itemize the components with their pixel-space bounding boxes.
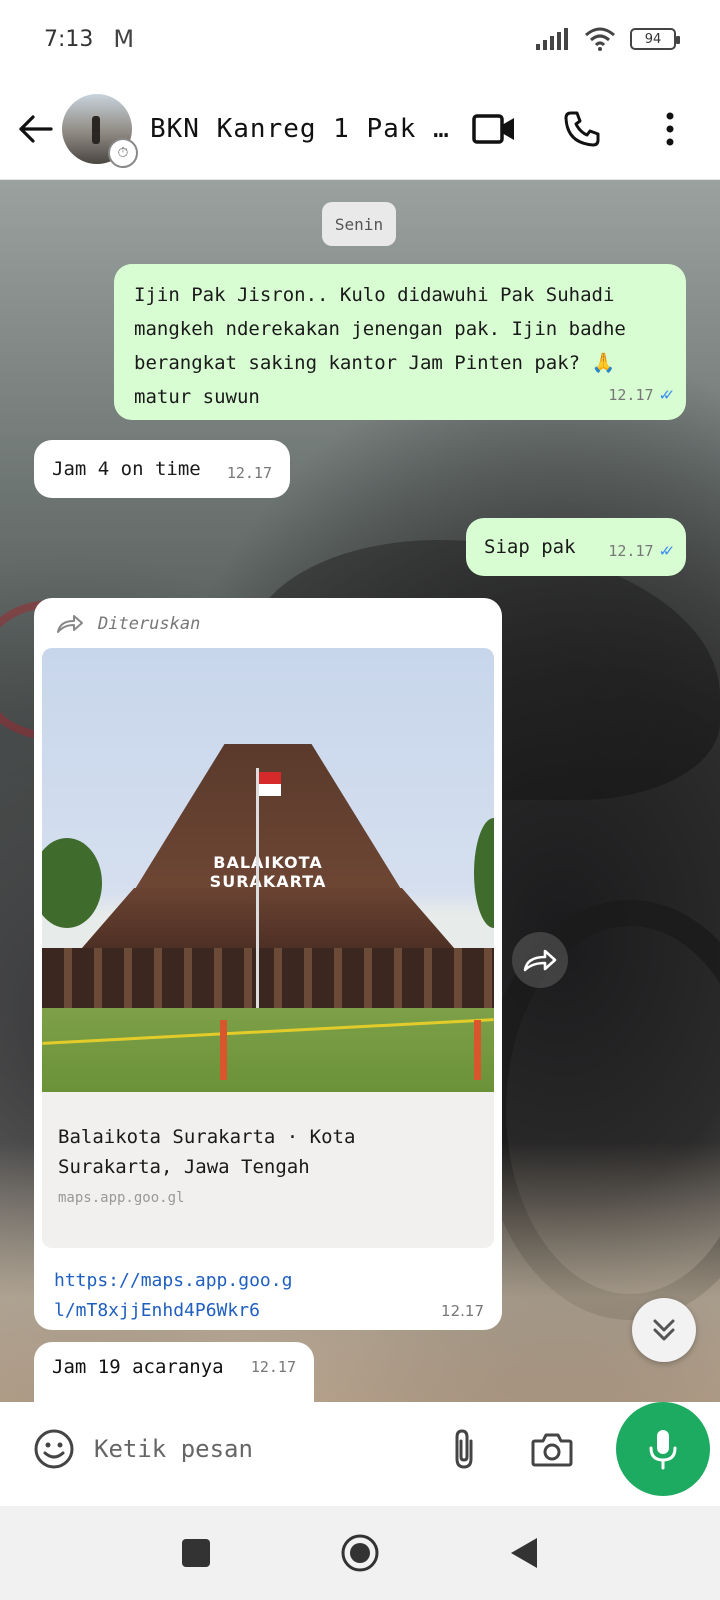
read-ticks-icon: ✓✓ (659, 541, 675, 561)
message-time: 12.17 (441, 1302, 484, 1320)
image-tree (474, 818, 494, 928)
pray-emoji: 🙏 (591, 352, 616, 374)
disappearing-messages-icon: ⏱ (108, 137, 138, 168)
message-time: 12.17 (608, 542, 654, 560)
scroll-to-bottom-icon[interactable] (632, 1298, 696, 1362)
composer-actions (440, 1425, 586, 1473)
system-navigation-bar (0, 1506, 720, 1600)
message-text: Jam 19 acaranya (52, 1356, 224, 1378)
signal-icon (536, 28, 568, 50)
image-flagpole (256, 768, 259, 1008)
location-preview-image[interactable]: BALAIKOTA SURAKARTA (42, 648, 494, 1092)
status-bar: 7:13 M 94 (0, 0, 720, 78)
image-lawn (42, 1008, 494, 1092)
message-outgoing[interactable]: Siap pak 12.17 ✓✓ (466, 518, 686, 576)
message-text: Jam 4 on time (52, 458, 201, 480)
chat-area[interactable]: Senin Ijin Pak Jisron.. Kulo didawuhi Pa… (0, 180, 720, 1402)
chat-header: ⏱ BKN Kanreg 1 Pak Ji... (0, 78, 720, 180)
back-nav-icon[interactable] (502, 1531, 546, 1575)
share-forward-icon[interactable] (512, 932, 568, 988)
image-tree (42, 838, 102, 928)
message-composer (10, 1404, 606, 1494)
message-text-continued: matur suwun (134, 386, 260, 408)
battery-icon: 94 (630, 28, 680, 50)
image-flag (259, 784, 281, 796)
message-outgoing[interactable]: Ijin Pak Jisron.. Kulo didawuhi Pak Suha… (114, 264, 686, 420)
status-indicators: 94 (536, 27, 680, 51)
more-vert-icon[interactable] (646, 105, 694, 153)
home-icon[interactable] (338, 1531, 382, 1575)
link-preview[interactable]: Balaikota Surakarta · Kota Surakarta, Ja… (42, 1092, 494, 1248)
message-meta: 12.17 (441, 1302, 484, 1320)
back-arrow-icon[interactable] (16, 109, 56, 149)
image-building (42, 948, 494, 1008)
camera-icon[interactable] (528, 1425, 576, 1473)
image-post (220, 1020, 227, 1080)
message-incoming[interactable]: Jam 19 acaranya 12.17 (34, 1342, 314, 1402)
microphone-icon (649, 1430, 677, 1470)
forward-icon (57, 615, 83, 633)
header-actions (470, 105, 704, 153)
message-text: Ijin Pak Jisron.. Kulo didawuhi Pak Suha… (134, 284, 626, 374)
message-meta: 12.17 ✓✓ (608, 534, 675, 568)
message-text: Siap pak (484, 536, 576, 558)
avatar[interactable]: ⏱ (62, 93, 138, 168)
video-call-icon[interactable] (470, 105, 518, 153)
message-incoming[interactable]: Jam 4 on time 12.17 (34, 440, 290, 498)
forwarded-label: Diteruskan (42, 606, 494, 642)
microphone-button[interactable] (616, 1402, 710, 1496)
date-chip: Senin (322, 202, 396, 246)
forwarded-link-message[interactable]: Diteruskan BALAIKOTA SURAKARTA Balaikota… (34, 598, 502, 1330)
attach-icon[interactable] (440, 1425, 488, 1473)
battery-level: 94 (644, 31, 662, 47)
message-meta: 12.17 (251, 1358, 296, 1376)
status-time: 7:13 (44, 26, 94, 52)
place-title: Balaikota Surakarta · Kota Surakarta, Ja… (58, 1126, 356, 1178)
message-meta: 12.17 ✓✓ (608, 378, 675, 412)
message-meta: 12.17 (227, 456, 272, 490)
avatar-photo (92, 115, 100, 144)
message-time: 12.17 (226, 464, 272, 482)
gmail-notification-icon: M (113, 25, 135, 53)
place-domain: maps.app.goo.gl (58, 1190, 185, 1206)
message-input[interactable] (94, 1435, 424, 1463)
maps-link[interactable]: https://maps.app.goo.gl/mT8xjjEnhd4P6Wkr… (42, 1266, 302, 1326)
emoji-icon[interactable] (30, 1425, 78, 1473)
image-flag (259, 772, 281, 784)
message-time: 12.17 (250, 1358, 296, 1376)
message-time: 12.17 (608, 386, 654, 404)
read-ticks-icon: ✓✓ (659, 385, 675, 405)
image-building-sign: BALAIKOTA SURAKARTA (209, 853, 327, 891)
recent-apps-icon[interactable] (174, 1531, 218, 1575)
chat-title[interactable]: BKN Kanreg 1 Pak Ji... (150, 114, 450, 144)
image-post (474, 1020, 481, 1080)
phone-icon[interactable] (558, 105, 606, 153)
wifi-icon (585, 27, 615, 51)
forwarded-text: Diteruskan (98, 614, 201, 634)
image-roof-lower (82, 888, 454, 948)
